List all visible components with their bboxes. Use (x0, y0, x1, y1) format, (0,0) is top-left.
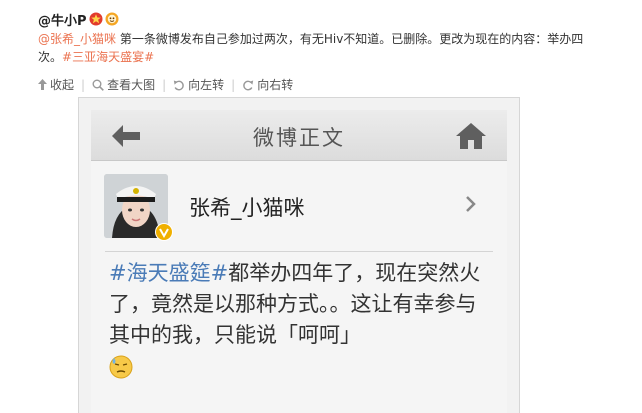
app-nav-title: 微博正文 (253, 126, 345, 150)
arrow-up-icon (38, 79, 47, 90)
author-row: @牛小P (38, 10, 638, 29)
rotate-left-label: 向左转 (188, 78, 225, 92)
topic-hashtag: #海天盛筵# (109, 261, 229, 285)
collect-label: 收起 (50, 78, 75, 92)
rotate-right-button[interactable]: 向右转 (242, 76, 293, 93)
view-large-button[interactable]: 查看大图 (92, 76, 155, 93)
crown-badge-icon[interactable] (105, 12, 119, 26)
post-body: #海天盛筵#都举办四年了，现在突然火了，竟然是以那种方式。。这让有幸参与其中的我… (91, 252, 507, 382)
profile-name: 张希_小猫咪 (189, 196, 305, 220)
image-actions: 收起 | 查看大图 | 向左转 | 向右转 (38, 76, 638, 93)
weibo-post: @牛小P @张希_小猫咪 第一条微博发布自己参加过两次，有无Hiv不知道。已删除… (38, 10, 638, 93)
rotate-left-button[interactable]: 向左转 (173, 76, 224, 93)
topic-link[interactable]: #三亚海天盛宴# (62, 50, 154, 64)
author-name[interactable]: @牛小P (38, 10, 87, 29)
star-badge-icon[interactable] (89, 12, 103, 26)
profile-row: 张希_小猫咪 (91, 161, 507, 251)
separator: | (81, 77, 86, 92)
collect-button[interactable]: 收起 (38, 76, 74, 93)
weibo-app-screen: 微博正文 张希_小猫咪 #海天盛筵#都举办四年了，现在突然火了，竟然是以那种方式… (91, 110, 507, 413)
rotate-right-label: 向右转 (257, 78, 294, 92)
home-icon (456, 123, 486, 149)
view-large-label: 查看大图 (107, 78, 156, 92)
separator: | (162, 77, 167, 92)
rotate-right-icon (243, 80, 254, 90)
verified-badge-icon (155, 223, 173, 241)
magnifier-icon (92, 79, 104, 91)
separator: | (231, 77, 236, 92)
mention-link[interactable]: @张希_小猫咪 (38, 32, 116, 46)
chevron-right-icon (466, 196, 476, 212)
post-content: @张希_小猫咪 第一条微博发布自己参加过两次，有无Hiv不知道。已删除。更改为现… (38, 30, 593, 66)
sweat-emoji-icon (109, 355, 133, 379)
app-nav-bar: 微博正文 (91, 110, 507, 161)
rotate-left-icon (173, 80, 184, 90)
embedded-screenshot[interactable]: 微博正文 张希_小猫咪 #海天盛筵#都举办四年了，现在突然火了，竟然是以那种方式… (78, 97, 520, 413)
